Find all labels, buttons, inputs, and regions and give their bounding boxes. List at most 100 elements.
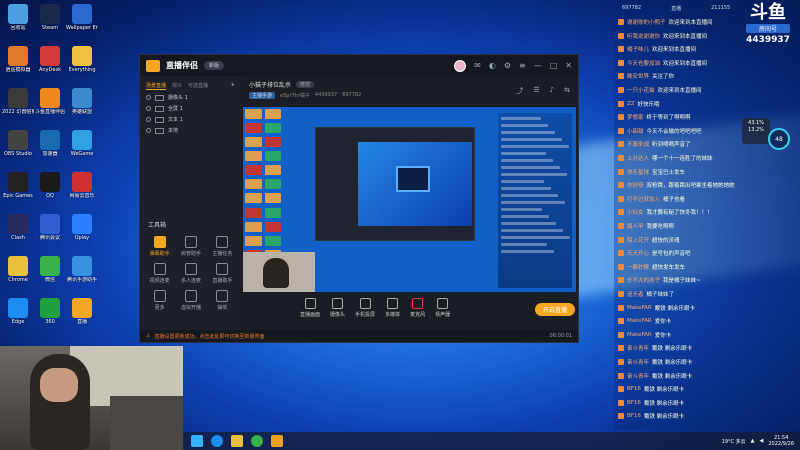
tab-audience[interactable]: 观众 — [172, 82, 182, 90]
chat-message[interactable]: 奋斗青年 戴铁 剩余乐眼卡 — [618, 358, 692, 366]
desktop-icon[interactable]: 微信 — [34, 256, 66, 296]
tool-item[interactable]: 更多 — [144, 290, 175, 311]
chat-username[interactable]: MakeFAR — [627, 332, 652, 338]
chat-username[interactable]: 长不大的孩子 — [627, 276, 660, 284]
chat-username[interactable]: 奋斗青年 — [627, 372, 649, 380]
desktop-icon[interactable]: 网易云音乐 — [66, 172, 98, 212]
chat-message[interactable]: 不服来战 听到嘀嘀声音了 — [618, 140, 691, 148]
eye-icon[interactable] — [146, 95, 151, 100]
control-button[interactable]: 麦克风 — [410, 298, 425, 318]
chat-message[interactable]: 快乐星球 宝宝巴士发车 — [618, 168, 685, 176]
chat-message[interactable]: 追光者 橘子妹妹了 — [618, 290, 674, 298]
tool-item[interactable]: 视频连麦 — [144, 263, 175, 284]
tab-optional[interactable]: 可选直播 — [188, 82, 208, 90]
chat-username[interactable]: 奋斗青年 — [627, 358, 649, 366]
chat-username[interactable]: 小甜甜 — [627, 127, 644, 135]
chat-username[interactable]: 小仙女 — [627, 208, 644, 216]
edit-title-button[interactable]: 修改 — [296, 81, 315, 88]
skin-icon[interactable]: ◐ — [489, 61, 496, 70]
scene-item[interactable]: 本地 — [140, 125, 241, 136]
desktop-icon[interactable]: 腾讯会议 — [34, 214, 66, 254]
chat-message[interactable]: 打不过就加入 橘子也看 — [618, 195, 685, 203]
desktop-icon[interactable]: Steam — [34, 4, 66, 44]
chat-username[interactable]: MakeFAR — [627, 318, 652, 324]
chat-username[interactable]: ZZ — [627, 101, 635, 107]
control-button[interactable]: 手机投屏 — [355, 298, 375, 318]
control-button[interactable]: 扬声器 — [435, 298, 450, 318]
user-avatar[interactable] — [454, 59, 467, 72]
chat-message[interactable]: 上分达人 哪一个十一连胜了的妹妹 — [618, 154, 713, 162]
chat-message[interactable]: 小仙女 我才舞有秘了快冬我！！！ — [618, 208, 713, 216]
chat-message[interactable]: 小甜甜 今天不会输的吧吧吧吧 — [618, 127, 702, 135]
chat-message[interactable]: 梦想家 终于等到了啊啊啊 — [618, 113, 691, 121]
desktop-icon[interactable]: 腾讯手游助手 — [66, 256, 98, 296]
chat-username[interactable]: 陌上花开 — [627, 236, 649, 244]
chat-username[interactable]: 今天也要加油 — [627, 59, 660, 67]
desktop-icon[interactable]: Chrome — [2, 256, 34, 296]
start-live-button[interactable]: 开启直播 — [535, 303, 575, 316]
chat-message[interactable]: MakeFAR 爱你卡 — [618, 331, 671, 339]
volume-icon[interactable]: ◀ — [760, 438, 764, 444]
chat-message[interactable]: BF16 戴铁 剩余乐眼卡 — [618, 399, 684, 407]
chat-message[interactable]: BF16 戴铁 剩余乐眼卡 — [618, 412, 684, 420]
chat-message[interactable]: MakeFAR 戴铁 剩余乐眼卡 — [618, 304, 695, 312]
scene-item[interactable]: 摄像头 1 — [140, 92, 241, 103]
douyu-app-icon[interactable] — [271, 435, 283, 447]
tool-item[interactable]: 主播任务 — [207, 236, 238, 257]
tool-item[interactable]: 抽奖 — [207, 290, 238, 311]
stream-title[interactable]: 小猫子排位乱杀 — [249, 80, 291, 89]
chat-message[interactable]: 听我说谢谢你 欢迎来到本直播间 — [618, 32, 707, 40]
chat-username[interactable]: BF16 — [627, 413, 641, 419]
weather-text[interactable]: 19°C 多云 — [722, 438, 746, 445]
chat-username[interactable]: 打不过就加入 — [627, 195, 660, 203]
chat-message[interactable]: 谢谢你的小鸭子 欢迎来到本直播间 — [618, 18, 713, 26]
chat-username[interactable]: BF16 — [627, 386, 641, 392]
chat-message[interactable]: MakeFAR 爱你卡 — [618, 317, 671, 325]
chat-username[interactable]: 路人甲 — [627, 222, 644, 230]
version-badge[interactable]: 新版 — [204, 61, 225, 70]
desktop-icon[interactable]: Wallpaper Engine — [66, 4, 98, 44]
chat-message[interactable]: BF16 戴铁 剩余乐眼卡 — [618, 385, 684, 393]
mail-icon[interactable]: ✉ — [474, 61, 481, 70]
desktop-icon[interactable]: WeGame — [66, 130, 98, 170]
bell-icon[interactable]: ♪ — [550, 86, 554, 96]
chat-message[interactable]: 奋斗青年 戴铁 剩余乐眼卡 — [618, 344, 692, 352]
chat-icon[interactable]: ☰ — [533, 86, 539, 96]
desktop-icon[interactable]: AnyDesk — [34, 46, 66, 86]
chat-message[interactable]: ZZ 好快乐哦 — [618, 100, 660, 108]
desktop-icon[interactable]: Epic Games — [2, 172, 34, 212]
control-button[interactable]: 直播画面 — [300, 298, 320, 318]
desktop-icon[interactable]: OBS Studio — [2, 130, 34, 170]
edge-icon[interactable] — [211, 435, 223, 447]
chat-username[interactable]: 梦想家 — [627, 113, 644, 121]
chat-username[interactable]: MakeFAR — [627, 305, 652, 311]
desktop-icon[interactable]: QQ — [34, 172, 66, 212]
scene-item[interactable]: 全屏 1 — [140, 103, 241, 114]
chat-message[interactable]: 天天开心 是号包的声音吧 — [618, 249, 691, 257]
stream-preview[interactable] — [243, 107, 576, 292]
desktop-icon[interactable]: Clash — [2, 214, 34, 254]
chat-message[interactable]: 路人甲 我要吃啊啊 — [618, 222, 674, 230]
minimize-icon[interactable]: — — [534, 61, 542, 70]
link-icon[interactable]: ⇆ — [564, 86, 570, 96]
clock[interactable]: 21:54 2022/9/26 — [768, 435, 794, 447]
desktop-icon[interactable]: 逍遥模拟器 — [2, 46, 34, 86]
status-message[interactable]: 直播设置更新成功，点击此处即可切换至新版界面 — [154, 333, 264, 340]
desktop-icon[interactable]: Everything — [66, 46, 98, 86]
network-icon[interactable]: ▲ — [751, 438, 755, 444]
maximize-icon[interactable]: □ — [550, 61, 558, 70]
chat-message[interactable]: 陌上花开 超快的灵魂 — [618, 236, 680, 244]
chat-message[interactable]: 晚安世界 关注了你 — [618, 72, 674, 80]
chat-username[interactable]: 不服来战 — [627, 140, 649, 148]
desktop-icon[interactable]: 2022 幻兽帕鲁 — [2, 88, 34, 128]
tool-item[interactable]: 房管助手 — [175, 236, 206, 257]
chat-username[interactable]: 谢谢你的小鸭子 — [627, 18, 666, 26]
explorer-icon[interactable] — [231, 435, 243, 447]
scene-item[interactable]: 文本 1 — [140, 114, 241, 125]
chat-username[interactable]: 一只小花猫 — [627, 86, 655, 94]
eye-icon[interactable] — [146, 106, 151, 111]
close-icon[interactable]: ✕ — [565, 61, 572, 70]
chat-message[interactable]: 一颗柠檬 超快发车发车 — [618, 263, 685, 271]
chat-username[interactable]: 追光者 — [627, 290, 644, 298]
chat-message[interactable]: 长不大的孩子 我是橘子妹妹~ — [618, 276, 701, 284]
